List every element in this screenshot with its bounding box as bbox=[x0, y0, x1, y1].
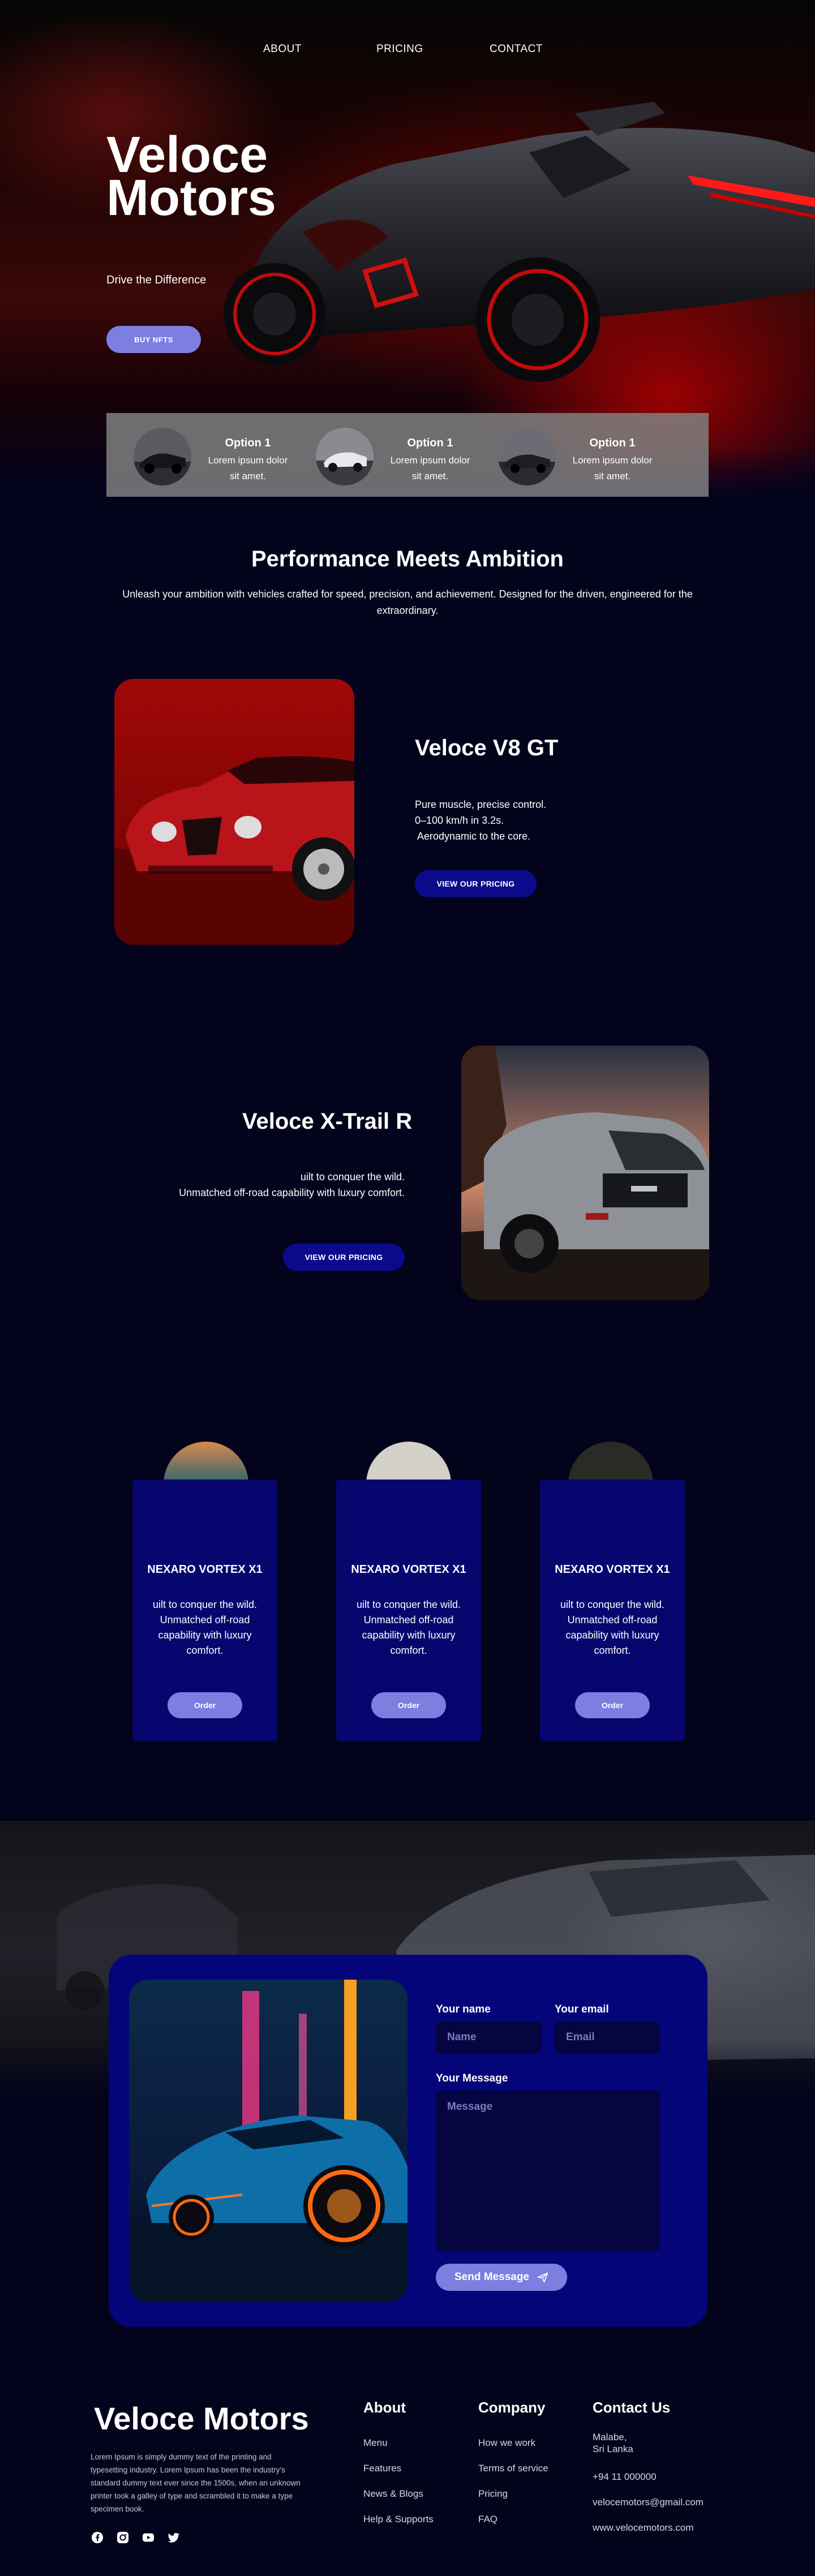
performance-subtitle: Unleash your ambition with vehicles craf… bbox=[122, 588, 693, 616]
footer-website[interactable]: www.velocemotors.com bbox=[593, 2522, 694, 2534]
buy-nfts-button[interactable]: BUY NFTS bbox=[106, 326, 201, 353]
card-title: NEXARO VORTEX X1 bbox=[351, 1563, 466, 1576]
youtube-icon[interactable] bbox=[142, 2531, 155, 2544]
card-title: NEXARO VORTEX X1 bbox=[555, 1563, 670, 1576]
neon-car-image bbox=[129, 1980, 408, 2302]
product-card: NEXARO VORTEX X1 uilt to conquer the wil… bbox=[336, 1480, 481, 1741]
option-title: Option 1 bbox=[407, 437, 453, 449]
card-title: NEXARO VORTEX X1 bbox=[147, 1563, 263, 1576]
name-label: Your name bbox=[436, 2003, 491, 2015]
hero-tagline: Drive the Difference bbox=[106, 274, 207, 286]
options-bar: Option 1 Lorem ipsum dolor sit amet. Opt… bbox=[106, 413, 709, 497]
footer-brand: Veloce Motors bbox=[94, 2401, 309, 2436]
option-car-thumbnail bbox=[134, 428, 191, 485]
feature-line: 0–100 km/h in 3.2s. bbox=[415, 815, 504, 826]
name-input[interactable] bbox=[436, 2022, 541, 2053]
product-card: NEXARO VORTEX X1 uilt to conquer the wil… bbox=[540, 1480, 685, 1741]
option-item[interactable]: Option 1 Lorem ipsum dolor sit amet. bbox=[289, 413, 475, 497]
email-label: Your email bbox=[555, 2003, 609, 2015]
footer-link-menu[interactable]: Menu bbox=[363, 2437, 388, 2449]
feature-line: Aerodynamic to the core. bbox=[415, 831, 531, 842]
nav-about-link[interactable]: ABOUT bbox=[263, 43, 302, 55]
option-description: Lorem ipsum dolor sit amet. bbox=[572, 455, 653, 481]
email-input[interactable] bbox=[555, 2022, 660, 2053]
footer-about-heading: About bbox=[363, 2399, 406, 2416]
footer-link-pricing[interactable]: Pricing bbox=[478, 2488, 508, 2500]
option-title: Option 1 bbox=[225, 437, 271, 449]
send-message-button[interactable]: Send Message bbox=[436, 2264, 567, 2291]
order-button[interactable]: Order bbox=[168, 1692, 242, 1718]
option-description: Lorem ipsum dolor sit amet. bbox=[208, 455, 288, 481]
footer-link-news-blogs[interactable]: News & Blogs bbox=[363, 2488, 423, 2500]
feature-description: uilt to conquer the wild. Unmatched off-… bbox=[136, 1169, 405, 1201]
hero-title: Veloce Motors bbox=[106, 127, 276, 226]
instagram-icon[interactable] bbox=[117, 2531, 129, 2544]
veloce-v8-gt-image bbox=[114, 679, 354, 945]
footer-link-help-supports[interactable]: Help & Supports bbox=[363, 2514, 434, 2525]
product-card: NEXARO VORTEX X1 uilt to conquer the wil… bbox=[132, 1480, 277, 1741]
twitter-icon[interactable] bbox=[168, 2531, 180, 2544]
footer-phone[interactable]: +94 11 000000 bbox=[593, 2471, 657, 2483]
footer-contact-heading: Contact Us bbox=[593, 2399, 671, 2416]
option-car-thumbnail bbox=[498, 428, 556, 485]
message-textarea[interactable] bbox=[436, 2091, 660, 2251]
footer-link-terms[interactable]: Terms of service bbox=[478, 2463, 548, 2474]
card-description: uilt to conquer the wild. Unmatched off-… bbox=[560, 1599, 665, 1656]
footer-address-line2: Sri Lanka bbox=[593, 2444, 633, 2454]
card-description: uilt to conquer the wild. Unmatched off-… bbox=[152, 1599, 258, 1656]
footer-description: Lorem Ipsum is simply dummy text of the … bbox=[91, 2453, 301, 2513]
nav-contact-link[interactable]: CONTACT bbox=[490, 43, 543, 55]
send-icon bbox=[537, 2272, 548, 2283]
footer-link-features[interactable]: Features bbox=[363, 2463, 401, 2474]
footer-link-faq[interactable]: FAQ bbox=[478, 2514, 497, 2525]
footer-company-heading: Company bbox=[478, 2399, 546, 2416]
view-pricing-button[interactable]: VIEW OUR PRICING bbox=[283, 1244, 405, 1271]
footer-link-how-we-work[interactable]: How we work bbox=[478, 2437, 535, 2449]
order-button[interactable]: Order bbox=[575, 1692, 650, 1718]
contact-form-card: Your name Your email Your Message Send M… bbox=[109, 1955, 707, 2327]
feature-line: uilt to conquer the wild. bbox=[300, 1171, 405, 1182]
option-car-thumbnail bbox=[316, 428, 374, 485]
feature-line: Unmatched off-road capability with luxur… bbox=[179, 1187, 405, 1198]
veloce-x-trail-r-image bbox=[461, 1046, 709, 1300]
order-button[interactable]: Order bbox=[371, 1692, 446, 1718]
top-nav: ABOUT PRICING CONTACT bbox=[0, 43, 815, 58]
feature-title: Veloce V8 GT bbox=[415, 736, 559, 760]
performance-title: Performance Meets Ambition bbox=[251, 547, 564, 571]
option-description: Lorem ipsum dolor sit amet. bbox=[390, 455, 470, 481]
footer-address-line1: Malabe, bbox=[593, 2432, 627, 2442]
option-item[interactable]: Option 1 Lorem ipsum dolor sit amet. bbox=[471, 413, 658, 497]
message-label: Your Message bbox=[436, 2072, 508, 2084]
feature-line: Pure muscle, precise control. bbox=[415, 799, 547, 810]
facebook-icon[interactable] bbox=[91, 2531, 104, 2544]
card-description: uilt to conquer the wild. Unmatched off-… bbox=[356, 1599, 461, 1656]
view-pricing-button[interactable]: VIEW OUR PRICING bbox=[415, 870, 537, 897]
feature-description: Pure muscle, precise control. 0–100 km/h… bbox=[415, 797, 641, 844]
footer-email[interactable]: velocemotors@gmail.com bbox=[593, 2497, 704, 2508]
option-item[interactable]: Option 1 Lorem ipsum dolor sit amet. bbox=[106, 413, 293, 497]
feature-title: Veloce X-Trail R bbox=[242, 1109, 413, 1134]
nav-pricing-link[interactable]: PRICING bbox=[376, 43, 423, 55]
send-message-label: Send Message bbox=[454, 2271, 529, 2283]
option-title: Option 1 bbox=[589, 437, 636, 449]
